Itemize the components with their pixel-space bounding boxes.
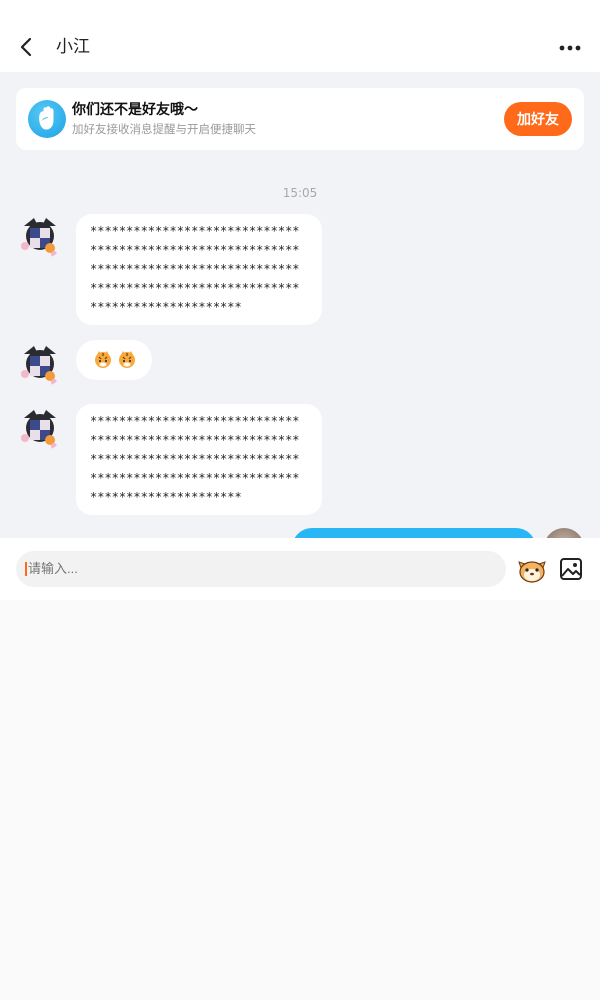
avatar-image bbox=[16, 340, 64, 388]
banner-title: 你们还不是好友哦～ bbox=[72, 102, 198, 118]
message-bubble[interactable]: ***************************** **********… bbox=[76, 404, 322, 515]
friend-request-banner: 你们还不是好友哦～ 加好友接收消息提醒与开启便捷聊天 加好友 bbox=[16, 88, 584, 150]
message-line: ***************************** bbox=[90, 224, 300, 238]
more-button[interactable] bbox=[558, 38, 582, 58]
own-avatar[interactable] bbox=[544, 528, 584, 538]
message-line: ***************************** bbox=[90, 243, 300, 257]
message-line: ***************************** bbox=[90, 433, 300, 447]
message-line: ***************************** bbox=[90, 262, 300, 276]
text-caret bbox=[25, 562, 27, 576]
emoji-message-bubble[interactable] bbox=[76, 340, 152, 380]
message-line: ***************************** bbox=[90, 471, 300, 485]
emoji-button[interactable] bbox=[516, 554, 548, 586]
avatar-image bbox=[16, 404, 64, 452]
top-bar: 小江 bbox=[0, 0, 600, 72]
message-line: ***************************** bbox=[90, 414, 300, 428]
wave-hand-icon bbox=[28, 100, 66, 138]
contact-avatar[interactable] bbox=[16, 340, 64, 388]
chat-area[interactable]: 你们还不是好友哦～ 加好友接收消息提醒与开启便捷聊天 加好友 15:05 ***… bbox=[0, 72, 600, 538]
contact-avatar[interactable] bbox=[16, 212, 64, 260]
message-line: ********************* bbox=[90, 300, 242, 314]
message-bubble[interactable]: ***************************** **********… bbox=[76, 214, 322, 325]
back-arrow-icon bbox=[20, 37, 32, 57]
tiger-emoji-icon bbox=[116, 349, 138, 369]
message-line: ***************************** bbox=[90, 281, 300, 295]
message-input-bar bbox=[0, 538, 600, 600]
back-button[interactable] bbox=[14, 34, 40, 60]
chat-title: 小江 bbox=[56, 37, 90, 57]
message-line: ********************* bbox=[90, 490, 242, 504]
tiger-emoji-icon bbox=[92, 349, 114, 369]
message-timestamp: 15:05 bbox=[282, 186, 318, 200]
own-message-bubble[interactable] bbox=[292, 528, 536, 538]
banner-subtitle: 加好友接收消息提醒与开启便捷聊天 bbox=[72, 122, 256, 136]
avatar-image bbox=[16, 212, 64, 260]
more-dots-icon bbox=[559, 45, 581, 51]
contact-avatar[interactable] bbox=[16, 404, 64, 452]
emoji-face-icon bbox=[518, 561, 546, 583]
message-line: ***************************** bbox=[90, 452, 300, 466]
message-input[interactable] bbox=[16, 551, 506, 587]
add-friend-button[interactable]: 加好友 bbox=[504, 102, 572, 136]
image-icon bbox=[560, 558, 582, 580]
image-button[interactable] bbox=[558, 556, 584, 582]
